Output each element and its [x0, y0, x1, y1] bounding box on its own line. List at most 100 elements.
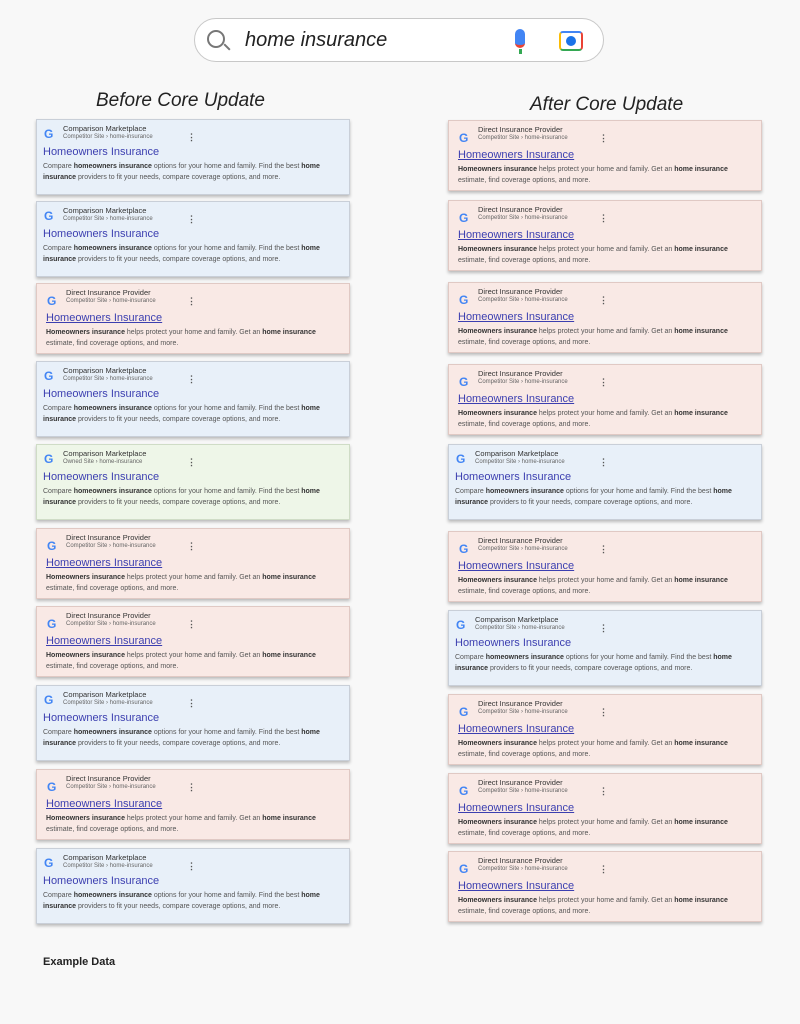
- search-input[interactable]: home insurance: [245, 29, 387, 52]
- site-name: Comparison Marketplace: [475, 615, 559, 624]
- site-name: Direct Insurance Provider: [66, 611, 151, 620]
- result-title-link[interactable]: Homeowners Insurance: [46, 635, 162, 647]
- result-title-link[interactable]: Homeowners Insurance: [458, 149, 574, 161]
- result-title-link[interactable]: Homeowners Insurance: [458, 802, 574, 814]
- result-snippet: Compare homeowners insurance options for…: [43, 163, 320, 181]
- after-result-card: G Direct Insurance Provider Competitor S…: [448, 531, 762, 602]
- result-title-link[interactable]: Homeowners Insurance: [43, 146, 159, 158]
- result-title-link[interactable]: Homeowners Insurance: [46, 798, 162, 810]
- result-snippet: Compare homeowners insurance options for…: [43, 488, 320, 506]
- result-title-link[interactable]: Homeowners Insurance: [46, 312, 162, 324]
- result-title-link[interactable]: Homeowners Insurance: [458, 880, 574, 892]
- more-options-icon[interactable]: ⋮: [187, 541, 196, 552]
- more-options-icon[interactable]: ⋮: [187, 457, 196, 468]
- breadcrumb: Competitor Site › home-insurance: [63, 216, 153, 222]
- google-logo-icon: G: [456, 618, 466, 632]
- google-logo-icon: G: [47, 539, 57, 553]
- more-options-icon[interactable]: ⋮: [187, 619, 196, 630]
- result-title-link[interactable]: Homeowners Insurance: [458, 229, 574, 241]
- breadcrumb: Owned Site › home-insurance: [63, 459, 143, 465]
- breadcrumb: Competitor Site › home-insurance: [475, 625, 565, 631]
- site-name: Direct Insurance Provider: [478, 369, 563, 378]
- google-logo-icon: G: [459, 784, 469, 798]
- result-title-link[interactable]: Homeowners Insurance: [43, 388, 159, 400]
- more-options-icon[interactable]: ⋮: [187, 861, 196, 872]
- result-title-link[interactable]: Homeowners Insurance: [46, 557, 162, 569]
- more-options-icon[interactable]: ⋮: [187, 214, 196, 225]
- google-logo-icon: G: [456, 452, 466, 466]
- google-logo-icon: G: [44, 452, 54, 466]
- google-logo-icon: G: [459, 705, 469, 719]
- site-name: Direct Insurance Provider: [66, 533, 151, 542]
- google-logo-icon: G: [44, 693, 54, 707]
- more-options-icon[interactable]: ⋮: [187, 132, 196, 143]
- breadcrumb: Competitor Site › home-insurance: [63, 863, 153, 869]
- more-options-icon[interactable]: ⋮: [599, 864, 608, 875]
- breadcrumb: Competitor Site › home-insurance: [478, 135, 568, 141]
- result-title-link[interactable]: Homeowners Insurance: [458, 311, 574, 323]
- result-snippet: Compare homeowners insurance options for…: [43, 892, 320, 910]
- more-options-icon[interactable]: ⋮: [599, 707, 608, 718]
- more-options-icon[interactable]: ⋮: [599, 377, 608, 388]
- camera-lens-icon[interactable]: [559, 31, 583, 51]
- search-bar[interactable]: home insurance: [194, 18, 604, 62]
- before-result-card: G Comparison Marketplace Competitor Site…: [36, 119, 350, 195]
- more-options-icon[interactable]: ⋮: [599, 623, 608, 634]
- site-name: Comparison Marketplace: [63, 206, 147, 215]
- after-result-card: G Comparison Marketplace Competitor Site…: [448, 610, 762, 686]
- more-options-icon[interactable]: ⋮: [187, 782, 196, 793]
- site-name: Direct Insurance Provider: [478, 287, 563, 296]
- more-options-icon[interactable]: ⋮: [599, 457, 608, 468]
- after-result-card: G Direct Insurance Provider Competitor S…: [448, 851, 762, 922]
- breadcrumb: Competitor Site › home-insurance: [66, 298, 156, 304]
- result-title-link[interactable]: Homeowners Insurance: [455, 471, 571, 483]
- google-logo-icon: G: [459, 293, 469, 307]
- result-title-link[interactable]: Homeowners Insurance: [458, 560, 574, 572]
- breadcrumb: Competitor Site › home-insurance: [478, 297, 568, 303]
- result-snippet: Homeowners insurance helps protect your …: [458, 246, 728, 264]
- result-snippet: Compare homeowners insurance options for…: [455, 654, 732, 672]
- breadcrumb: Competitor Site › home-insurance: [478, 709, 568, 715]
- more-options-icon[interactable]: ⋮: [187, 296, 196, 307]
- breadcrumb: Competitor Site › home-insurance: [478, 215, 568, 221]
- google-logo-icon: G: [44, 209, 54, 223]
- after-result-card: G Direct Insurance Provider Competitor S…: [448, 120, 762, 191]
- footer-note: Example Data: [43, 956, 116, 968]
- site-name: Direct Insurance Provider: [66, 774, 151, 783]
- google-logo-icon: G: [459, 542, 469, 556]
- result-title-link[interactable]: Homeowners Insurance: [43, 471, 159, 483]
- breadcrumb: Competitor Site › home-insurance: [475, 459, 565, 465]
- site-name: Direct Insurance Provider: [66, 288, 151, 297]
- search-icon[interactable]: [207, 30, 225, 48]
- before-column-heading: Before Core Update: [96, 90, 265, 111]
- site-name: Direct Insurance Provider: [478, 125, 563, 134]
- more-options-icon[interactable]: ⋮: [599, 786, 608, 797]
- result-title-link[interactable]: Homeowners Insurance: [43, 875, 159, 887]
- breadcrumb: Competitor Site › home-insurance: [66, 621, 156, 627]
- microphone-icon[interactable]: [515, 29, 525, 54]
- more-options-icon[interactable]: ⋮: [599, 295, 608, 306]
- more-options-icon[interactable]: ⋮: [187, 374, 196, 385]
- after-result-card: G Direct Insurance Provider Competitor S…: [448, 200, 762, 271]
- result-title-link[interactable]: Homeowners Insurance: [43, 228, 159, 240]
- result-title-link[interactable]: Homeowners Insurance: [455, 637, 571, 649]
- google-logo-icon: G: [459, 862, 469, 876]
- after-result-card: G Direct Insurance Provider Competitor S…: [448, 364, 762, 435]
- google-logo-icon: G: [459, 375, 469, 389]
- breadcrumb: Competitor Site › home-insurance: [478, 866, 568, 872]
- site-name: Comparison Marketplace: [63, 449, 147, 458]
- result-title-link[interactable]: Homeowners Insurance: [458, 393, 574, 405]
- breadcrumb: Competitor Site › home-insurance: [66, 784, 156, 790]
- result-snippet: Homeowners insurance helps protect your …: [458, 328, 728, 346]
- more-options-icon[interactable]: ⋮: [599, 213, 608, 224]
- result-title-link[interactable]: Homeowners Insurance: [43, 712, 159, 724]
- site-name: Direct Insurance Provider: [478, 699, 563, 708]
- result-title-link[interactable]: Homeowners Insurance: [458, 723, 574, 735]
- more-options-icon[interactable]: ⋮: [187, 698, 196, 709]
- result-snippet: Compare homeowners insurance options for…: [43, 245, 320, 263]
- before-result-card: G Comparison Marketplace Competitor Site…: [36, 361, 350, 437]
- more-options-icon[interactable]: ⋮: [599, 544, 608, 555]
- breadcrumb: Competitor Site › home-insurance: [66, 543, 156, 549]
- more-options-icon[interactable]: ⋮: [599, 133, 608, 144]
- before-result-card: G Comparison Marketplace Owned Site › ho…: [36, 444, 350, 520]
